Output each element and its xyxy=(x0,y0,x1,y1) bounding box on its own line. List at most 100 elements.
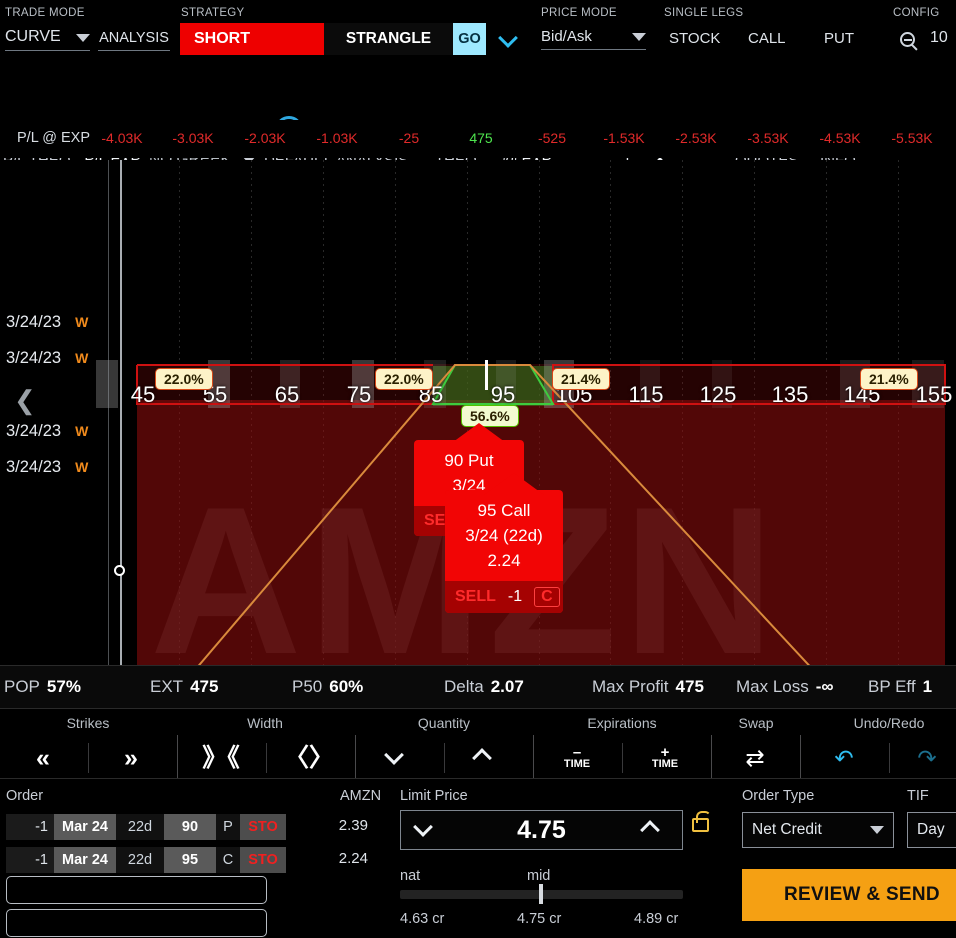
leg-expiry[interactable]: Mar 24 xyxy=(54,847,116,873)
limit-price-stepper[interactable]: 4.75 xyxy=(400,810,683,850)
single-leg-stock-button[interactable]: STOCK xyxy=(669,30,720,47)
stat-value: 475 xyxy=(190,677,219,696)
tif-value: Day xyxy=(917,821,945,838)
stat-label: Max Profit xyxy=(592,677,669,696)
redo-button[interactable]: ↷ xyxy=(899,739,955,777)
order-type-value: Net Credit xyxy=(752,821,822,838)
review-and-send-button[interactable]: REVIEW & SEND xyxy=(742,869,956,921)
tooltip-footer: SELL -1 C xyxy=(445,581,563,613)
tooltip-action[interactable]: SELL xyxy=(455,588,496,606)
tooltip-price: 2.24 xyxy=(487,551,521,570)
order-type-label: Order Type xyxy=(742,788,815,804)
ask-value: 4.89 cr xyxy=(634,911,679,927)
pl-axis-tick: -5.53K xyxy=(891,130,933,146)
strategy-dropdown-toggle[interactable] xyxy=(500,28,516,49)
leg-strike[interactable]: 95 xyxy=(164,847,216,873)
chevron-up-icon[interactable] xyxy=(642,817,668,843)
leg-quantity[interactable]: -1 xyxy=(6,814,54,840)
order-empty-field-2[interactable] xyxy=(6,909,267,937)
swap-button[interactable]: ⇄ xyxy=(722,739,788,777)
tooltip-title: 95 Call xyxy=(477,501,531,520)
pl-axis-tick: -3.03K xyxy=(172,130,214,146)
chevron-down-icon[interactable] xyxy=(415,817,441,843)
expiration-weekly-flag: W xyxy=(75,423,89,439)
nat-label: nat xyxy=(400,868,421,884)
expiration-row[interactable]: 3/24/23 W xyxy=(6,458,88,477)
single-leg-call-button[interactable]: CALL xyxy=(748,30,786,47)
price-slider-thumb[interactable] xyxy=(539,884,543,904)
mid-label: mid xyxy=(527,868,551,884)
probability-badge: 21.4% xyxy=(552,368,610,390)
expiration-date: 3/24/23 xyxy=(6,349,62,367)
quantity-up-button[interactable] xyxy=(454,739,520,777)
strategy-type-button[interactable]: STRANGLE xyxy=(324,23,453,55)
undo-button[interactable]: ↶ xyxy=(811,739,877,777)
stat-label: Max Loss xyxy=(736,677,809,696)
time-label: TIME xyxy=(563,757,591,770)
expiration-row[interactable]: 3/24/23 W xyxy=(6,349,88,368)
stat-item: Max Profit 475 xyxy=(592,677,704,697)
zoom-out-icon[interactable] xyxy=(900,31,915,49)
expiration-row[interactable]: 3/24/23 W xyxy=(6,313,88,332)
tif-label: TIF xyxy=(907,788,929,804)
width-narrow-button[interactable]: 》《 xyxy=(188,739,254,777)
order-type-select[interactable]: Net Credit xyxy=(742,812,894,848)
leg-right[interactable]: P xyxy=(216,814,240,840)
price-mode-select[interactable]: Bid/Ask xyxy=(541,28,646,50)
probability-badge: 22.0% xyxy=(155,368,213,390)
stat-item: EXT 475 xyxy=(150,677,218,697)
tab-analysis[interactable]: ANALYSIS xyxy=(98,30,170,51)
tooltip-right-type[interactable]: C xyxy=(534,587,560,607)
toolbar-group-width: Width xyxy=(247,715,283,731)
toolbar-group-undo-redo: Undo/Redo xyxy=(853,715,925,731)
go-button[interactable]: GO xyxy=(453,23,486,55)
axis-drag-handle[interactable] xyxy=(114,565,125,576)
strikes-up-button[interactable]: » xyxy=(98,739,164,777)
limit-price-value[interactable]: 4.75 xyxy=(517,816,566,845)
time-label: TIME xyxy=(651,757,679,770)
leg-action[interactable]: STO xyxy=(240,814,286,840)
leg-dte: 22d xyxy=(116,847,164,873)
config-value[interactable]: 10 xyxy=(930,29,948,47)
stat-label: Delta xyxy=(444,677,484,696)
leg-strike[interactable]: 90 xyxy=(164,814,216,840)
chart-axis-guide xyxy=(108,160,109,665)
leg-right[interactable]: C xyxy=(216,847,240,873)
order-empty-field-1[interactable] xyxy=(6,876,267,904)
expiration-row[interactable]: 3/24/23 W xyxy=(6,422,88,441)
tif-select[interactable]: Day xyxy=(907,812,956,848)
price-mode-label: PRICE MODE xyxy=(541,7,617,19)
order-leg-row[interactable]: -1 Mar 24 22d 95 C STO xyxy=(6,847,286,873)
trade-mode-select[interactable]: CURVE xyxy=(5,28,90,51)
leg-tooltip-call[interactable]: 95 Call 3/24 (22d) 2.24 SELL -1 C xyxy=(445,473,563,613)
limit-price-label: Limit Price xyxy=(400,788,468,804)
probability-badge: 21.4% xyxy=(860,368,918,390)
stat-item: POP 57% xyxy=(4,677,81,697)
tooltip-qty[interactable]: -1 xyxy=(508,588,522,606)
price-mode-value: Bid/Ask xyxy=(541,28,592,45)
expiration-minus-time-button[interactable]: – TIME xyxy=(544,739,610,777)
quantity-down-button[interactable] xyxy=(366,739,432,777)
tooltip-pointer xyxy=(484,473,544,495)
expiration-date: 3/24/23 xyxy=(6,422,62,440)
chart-controls-row: LINES CURVE ZONES P/L THEO P/L EXP NO GR… xyxy=(0,62,956,175)
width-widen-button[interactable]: 〈〉 xyxy=(276,739,342,777)
payoff-chart[interactable]: AMZN 4555657585951051151 xyxy=(0,160,956,665)
chart-y-axis xyxy=(120,160,122,665)
chevron-down-icon xyxy=(386,745,412,771)
pl-axis-tick: -4.53K xyxy=(819,130,861,146)
single-leg-put-button[interactable]: PUT xyxy=(824,30,854,47)
strikes-down-button[interactable]: « xyxy=(10,739,76,777)
lock-icon[interactable] xyxy=(692,811,711,832)
order-leg-row[interactable]: -1 Mar 24 22d 90 P STO xyxy=(6,814,286,840)
scroll-left-icon[interactable]: ❮ xyxy=(14,385,36,416)
top-header: TRADE MODE CURVE ANALYSIS STRATEGY SHORT… xyxy=(0,0,956,62)
strategy-direction-button[interactable]: SHORT xyxy=(180,23,324,55)
stat-label: P50 xyxy=(292,677,323,696)
leg-quantity[interactable]: -1 xyxy=(6,847,54,873)
expiration-plus-time-button[interactable]: + TIME xyxy=(632,739,698,777)
leg-action[interactable]: STO xyxy=(240,847,286,873)
chevron-down-icon xyxy=(632,33,646,41)
leg-expiry[interactable]: Mar 24 xyxy=(54,814,116,840)
pl-axis-tick: -3.53K xyxy=(747,130,789,146)
